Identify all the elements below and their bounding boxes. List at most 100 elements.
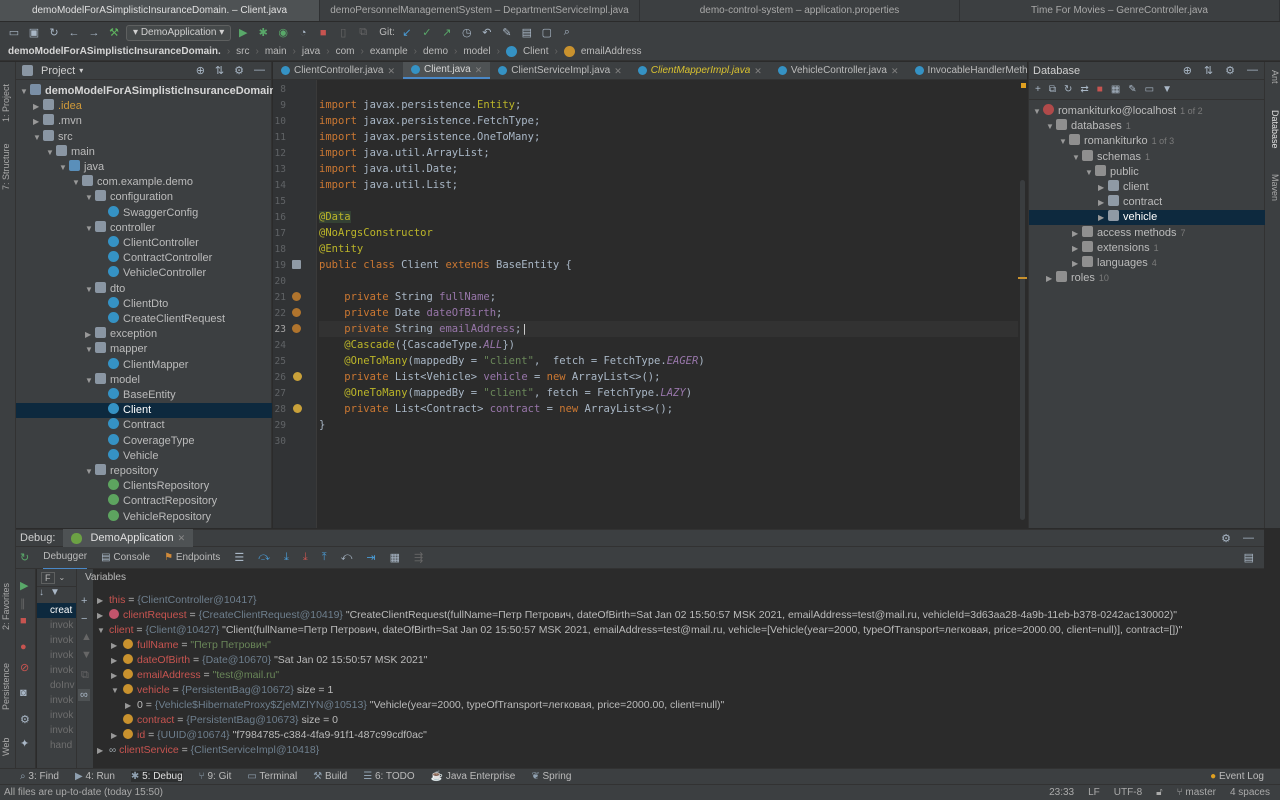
console-icon[interactable]: ▭ [1145, 84, 1154, 95]
chevron-down-icon[interactable]: ▾ [79, 66, 83, 75]
ant-tool-button[interactable]: Ant [1270, 70, 1280, 84]
tree-node[interactable]: ClientController [16, 236, 272, 251]
mute-breakpoints-icon[interactable]: ⊘ [20, 661, 29, 674]
bottom-tool-tab[interactable]: ☕ Java Enterprise [431, 771, 516, 782]
variable-row[interactable]: ▶ ∞ clientService = {ClientServiceImpl@104… [93, 743, 1264, 758]
tree-node[interactable]: ClientsRepository [16, 479, 272, 494]
show-watches-icon[interactable]: ∞ [78, 689, 90, 701]
tree-node[interactable]: ▼ controller [16, 220, 272, 236]
db-tree-node[interactable]: ▶ roles 10 [1029, 271, 1265, 286]
stack-frame[interactable]: invok [37, 618, 76, 633]
chevron-right-icon[interactable]: ▶ [33, 114, 43, 129]
chevron-down-icon[interactable]: ▼ [85, 342, 95, 357]
gear-icon[interactable]: ⚙ [1221, 532, 1231, 545]
event-log-button[interactable]: ● Event Log [1210, 771, 1264, 782]
settings-wrench-icon[interactable]: ✎ [499, 25, 515, 41]
chevron-down-icon[interactable]: ▼ [1085, 165, 1095, 180]
bottom-tool-tab[interactable]: ▭ Terminal [247, 771, 297, 782]
tree-node[interactable]: CreateClientRequest [16, 312, 272, 327]
tab-debugger[interactable]: Debugger [43, 546, 88, 570]
editor-tab[interactable]: InvocableHandlerMethod.class✕ [907, 62, 1027, 79]
tree-node[interactable]: ▼ repository [16, 464, 272, 479]
chevron-right-icon[interactable]: ▶ [111, 668, 123, 683]
terminal-icon[interactable]: ▢ [539, 25, 555, 41]
tree-node[interactable]: BaseEntity [16, 388, 272, 403]
move-up-icon[interactable]: ▲ [81, 631, 92, 643]
stop-icon[interactable]: ■ [20, 615, 27, 627]
collapse-all-icon[interactable]: ⇅ [215, 64, 224, 77]
open-folder-icon[interactable]: ▭ [6, 25, 22, 41]
stack-frame[interactable]: invok [37, 723, 76, 738]
db-tree-node[interactable]: ▶ languages 4 [1029, 256, 1265, 271]
window-tab[interactable]: demoPersonnelManagementSystem – Departme… [320, 0, 640, 21]
db-tree-node[interactable]: ▼ public [1029, 164, 1265, 180]
variable-row[interactable]: ▶ fullName = "Петр Петрович" [93, 638, 1264, 653]
tree-node[interactable]: CoverageType [16, 433, 272, 449]
pin-icon[interactable]: ✦ [20, 737, 29, 750]
tree-node[interactable]: ▼ model [16, 372, 272, 388]
chevron-down-icon[interactable]: ▼ [85, 190, 95, 205]
close-icon[interactable]: ✕ [178, 529, 186, 547]
project-panel-title[interactable]: Project [41, 65, 75, 77]
variable-row[interactable]: ▼ vehicle = {PersistentBag@10672} size = … [93, 683, 1264, 698]
profile-icon[interactable]: ◔ [295, 25, 311, 41]
git-commit-icon[interactable]: ✓ [419, 25, 435, 41]
sync-icon[interactable]: ↻ [46, 25, 62, 41]
git-branch[interactable]: ⑂ master [1177, 787, 1216, 798]
breadcrumb-item[interactable]: emailAddress [581, 46, 642, 57]
chevron-down-icon[interactable]: ▼ [1059, 134, 1069, 149]
chevron-right-icon[interactable]: ▶ [111, 653, 123, 668]
chevron-down-icon[interactable]: ⌄ [59, 573, 66, 582]
stack-frame[interactable]: invok [37, 648, 76, 663]
tree-node[interactable]: Contract [16, 418, 272, 433]
tree-node[interactable]: VehicleController [16, 266, 272, 281]
breadcrumb-item[interactable]: demoModelForASimplisticInsuranceDomain. [8, 46, 221, 57]
variable-row[interactable]: contract = {PersistentBag@10673} size = … [93, 713, 1264, 728]
db-tree-node[interactable]: ▶ client [1029, 180, 1265, 195]
step-into-icon[interactable]: ⤓ [284, 551, 289, 564]
chevron-right-icon[interactable]: ▶ [1098, 210, 1108, 225]
tree-node[interactable]: ▼ demoModelForASimplisticInsuranceDomain. [16, 84, 279, 99]
lock-icon[interactable]: 🔓︎ [1156, 787, 1162, 798]
locate-icon[interactable]: ⊕ [1183, 64, 1192, 77]
db-table-icon[interactable] [292, 260, 301, 269]
structure-tool-button[interactable]: 7: Structure [1, 143, 11, 190]
tree-node[interactable]: ▼ mapper [16, 342, 272, 357]
variable-row[interactable]: ▶ this = {ClientController@10417} [93, 593, 1264, 608]
database-tool-button[interactable]: Database [1270, 110, 1280, 149]
tree-node[interactable]: ClientMapper [16, 357, 272, 373]
search-icon[interactable]: ⌕ [559, 25, 575, 41]
debug-icon[interactable]: ✱ [255, 25, 271, 41]
chevron-right-icon[interactable]: ▶ [1098, 195, 1108, 210]
chevron-down-icon[interactable]: ▼ [33, 130, 43, 145]
force-step-into-icon[interactable]: ⤓ [303, 551, 308, 564]
stack-frame[interactable]: invok [37, 633, 76, 648]
db-tree-node[interactable]: ▼ databases 1 [1029, 119, 1265, 134]
tree-node[interactable]: ClientDto [16, 296, 272, 312]
gear-icon[interactable]: ⚙ [1225, 64, 1235, 77]
stack-frame[interactable]: invok [37, 663, 76, 678]
breadcrumb-item[interactable]: model [463, 46, 490, 57]
tree-node[interactable]: ContractRepository [16, 494, 272, 509]
build-hammer-icon[interactable]: ⚒ [106, 25, 122, 41]
trace-icon[interactable]: ⇶ [414, 551, 423, 564]
gear-icon[interactable]: ⚙ [234, 64, 244, 77]
add-watch-icon[interactable]: + [81, 595, 87, 607]
relation-icon[interactable] [293, 404, 302, 413]
add-icon[interactable]: + [1035, 84, 1041, 95]
coverage-icon[interactable]: ◉ [275, 25, 291, 41]
tree-node[interactable]: ▼ src [16, 129, 272, 145]
variable-row[interactable]: ▶ 0 = {Vehicle$HibernateProxy$ZjeMZIYN@10… [93, 698, 1264, 713]
chevron-down-icon[interactable]: ▼ [20, 84, 30, 99]
layout-icon[interactable]: ☰ [234, 551, 244, 564]
stack-frame[interactable]: creat [37, 603, 76, 618]
tree-node[interactable]: ▼ configuration [16, 190, 272, 205]
tree-node[interactable]: ▶ .idea [16, 99, 272, 114]
rollback-icon[interactable]: ↶ [479, 25, 495, 41]
breadcrumb-item[interactable]: demo [423, 46, 448, 57]
camera-icon[interactable]: ◙ [20, 687, 27, 699]
chevron-down-icon[interactable]: ▼ [85, 282, 95, 297]
chevron-down-icon[interactable]: ▼ [85, 464, 95, 479]
gear-icon[interactable]: ⚙ [20, 713, 30, 726]
tree-node[interactable]: Client [16, 403, 272, 419]
